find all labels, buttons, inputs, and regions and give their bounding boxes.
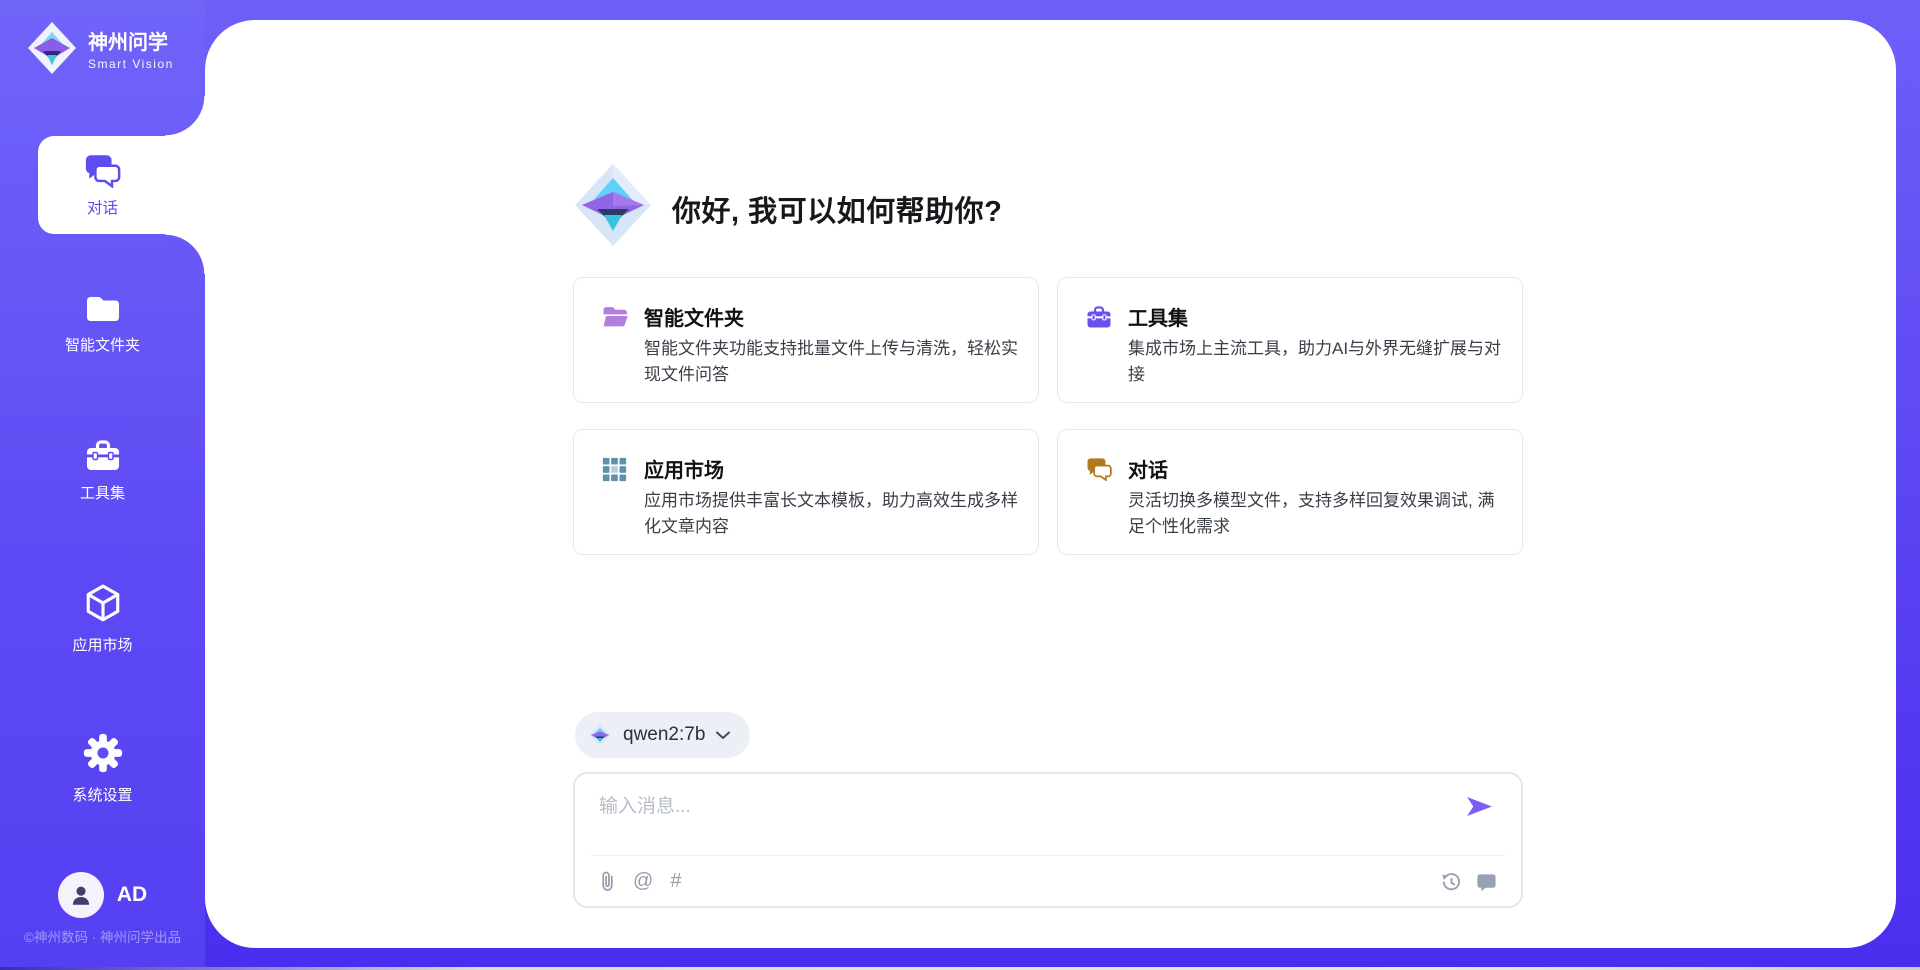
card-app-market[interactable]: 应用市场 应用市场提供丰富长文本模板，助力高效生成多样化文章内容 [573,429,1039,555]
greeting-text: 你好, 我可以如何帮助你? [672,188,1002,230]
sidebar-item-label: 系统设置 [72,784,132,805]
card-title: 应用市场 [644,454,724,483]
sidebar-item-label: 对话 [87,196,118,218]
grid-icon [602,457,627,482]
diamond-logo-icon [588,723,612,747]
tab-flare-bottom [165,234,205,274]
cube-icon [84,584,122,624]
model-selector[interactable]: qwen2:7b [575,712,750,758]
person-icon [68,882,94,908]
chat-icon [84,153,122,188]
model-name: qwen2:7b [623,724,705,746]
history-button[interactable] [1441,872,1462,893]
user-profile[interactable]: AD [0,872,205,918]
sidebar-item-label: 应用市场 [72,634,132,655]
sidebar: 神州问学 Smart Vision 对话 智能文件夹 工具集 [0,0,205,970]
card-title: 智能文件夹 [644,302,744,331]
tab-flare-top [165,96,205,136]
avatar [58,872,104,918]
card-title: 对话 [1128,454,1168,483]
card-toolset[interactable]: 工具集 集成市场上主流工具，助力AI与外界无缝扩展与对接 [1057,277,1523,403]
card-title: 工具集 [1128,302,1188,331]
paperclip-icon [599,870,616,893]
greeting-diamond-logo-icon [573,162,653,248]
user-name: AD [117,883,147,907]
briefcase-icon [85,440,121,472]
folder-open-icon [602,305,629,329]
card-smart-folder[interactable]: 智能文件夹 智能文件夹功能支持批量文件上传与清洗，轻松实现文件问答 [573,277,1039,403]
send-button[interactable] [1466,796,1493,817]
mention-icon[interactable]: @ [633,870,653,893]
sidebar-item-settings[interactable]: 系统设置 [0,732,205,805]
folder-icon [85,294,121,324]
card-description: 灵活切换多模型文件，支持多样回复效果调试, 满足个性化需求 [1128,488,1506,540]
card-chat[interactable]: 对话 灵活切换多模型文件，支持多样回复效果调试, 满足个性化需求 [1057,429,1523,555]
brand-diamond-logo-icon [26,20,78,76]
history-icon [1441,872,1462,893]
gear-icon [82,732,124,774]
message-input[interactable] [597,788,1451,826]
sidebar-item-folders[interactable]: 智能文件夹 [0,294,205,355]
comment-icon [1476,872,1497,893]
feature-cards: 智能文件夹 智能文件夹功能支持批量文件上传与清洗，轻松实现文件问答 工具集 集成… [573,277,1523,555]
sidebar-item-chat[interactable]: 对话 [38,136,205,234]
brand: 神州问学 Smart Vision [26,20,174,76]
sidebar-footer: ©神州数码 · 神州问学出品 [0,926,205,946]
send-icon [1466,796,1493,817]
hashtag-icon[interactable]: # [670,870,681,893]
chevron-down-icon [716,731,730,740]
sidebar-item-market[interactable]: 应用市场 [0,584,205,655]
attach-button[interactable] [599,870,616,893]
card-description: 集成市场上主流工具，助力AI与外界无缝扩展与对接 [1128,336,1506,388]
chat-icon [1086,457,1113,481]
comment-button[interactable] [1476,872,1497,893]
composer-divider [591,855,1505,856]
sidebar-item-tools[interactable]: 工具集 [0,440,205,503]
brand-name: 神州问学 [88,26,174,55]
message-composer: @ # [573,772,1523,908]
sidebar-item-label: 智能文件夹 [65,334,140,355]
sidebar-item-label: 工具集 [80,482,125,503]
briefcase-icon [1086,305,1112,330]
brand-subtitle: Smart Vision [88,57,174,71]
card-description: 应用市场提供丰富长文本模板，助力高效生成多样化文章内容 [644,488,1022,540]
card-description: 智能文件夹功能支持批量文件上传与清洗，轻松实现文件问答 [644,336,1022,388]
